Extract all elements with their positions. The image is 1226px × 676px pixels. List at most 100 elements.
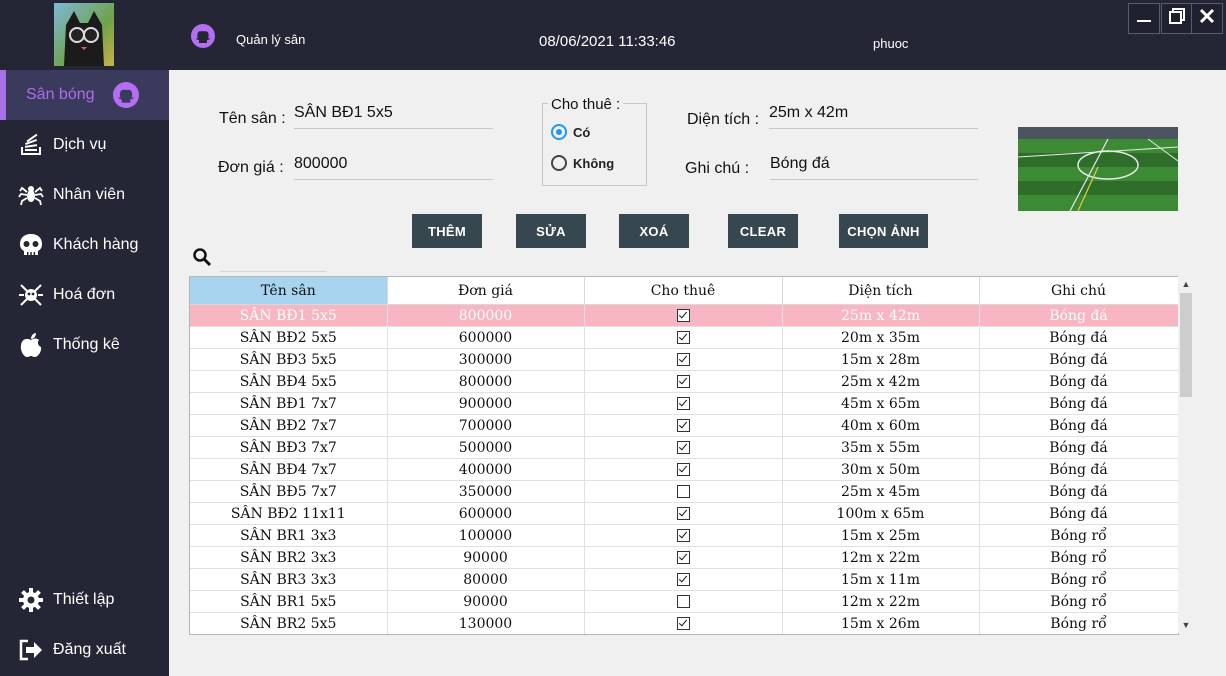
- cell-don-gia[interactable]: 100000: [387, 524, 585, 547]
- table-row[interactable]: SÂN BĐ4 7x7 400000 30m x 50m Bóng đá: [190, 458, 1178, 481]
- table-row[interactable]: SÂN BĐ2 7x7 700000 40m x 60m Bóng đá: [190, 414, 1178, 437]
- add-button[interactable]: THÊM: [412, 214, 482, 248]
- ghi-chu-field[interactable]: Bóng đá: [770, 153, 978, 180]
- cell-cho-thue[interactable]: [584, 480, 783, 503]
- cell-don-gia[interactable]: 600000: [387, 326, 585, 349]
- cell-cho-thue[interactable]: [584, 568, 783, 591]
- sidebar-item-thong-ke[interactable]: Thống kê: [0, 320, 169, 370]
- checkbox-checked-icon[interactable]: [676, 419, 690, 432]
- cell-don-gia[interactable]: 400000: [387, 458, 585, 481]
- table-row[interactable]: SÂN BĐ5 7x7 350000 25m x 45m Bóng đá: [190, 480, 1178, 503]
- checkbox-checked-icon[interactable]: [676, 529, 690, 542]
- cell-cho-thue[interactable]: [584, 590, 783, 613]
- checkbox-checked-icon[interactable]: [676, 331, 690, 344]
- sidebar-item-dich-vu[interactable]: Dịch vụ: [0, 120, 169, 170]
- cell-dien-tich[interactable]: 20m x 35m: [782, 326, 980, 349]
- table-row[interactable]: SÂN BĐ3 7x7 500000 35m x 55m Bóng đá: [190, 436, 1178, 459]
- cell-ghi-chu[interactable]: Bóng rổ: [979, 568, 1178, 591]
- cell-ten-san[interactable]: SÂN BĐ2 7x7: [190, 414, 388, 437]
- cell-dien-tich[interactable]: 15m x 25m: [782, 524, 980, 547]
- cell-don-gia[interactable]: 80000: [387, 568, 585, 591]
- sidebar-item-dang-xuat[interactable]: Đăng xuất: [0, 625, 169, 675]
- cell-don-gia[interactable]: 130000: [387, 612, 585, 634]
- cell-don-gia[interactable]: 90000: [387, 590, 585, 613]
- delete-button[interactable]: XOÁ: [619, 214, 689, 248]
- radio-co[interactable]: Có: [551, 124, 590, 140]
- sidebar-item-san-bong[interactable]: Sân bóng: [0, 70, 169, 120]
- scroll-up-icon[interactable]: ▲: [1178, 276, 1194, 292]
- sidebar-item-hoa-don[interactable]: Hoá đơn: [0, 270, 169, 320]
- checkbox-checked-icon[interactable]: [676, 397, 690, 410]
- cell-dien-tich[interactable]: 45m x 65m: [782, 392, 980, 415]
- column-header-don-gia[interactable]: Đơn giá: [387, 277, 585, 305]
- table-row[interactable]: SÂN BR1 3x3 100000 15m x 25m Bóng rổ: [190, 524, 1178, 547]
- close-button[interactable]: [1191, 3, 1223, 34]
- cell-don-gia[interactable]: 500000: [387, 436, 585, 459]
- scroll-down-icon[interactable]: ▼: [1178, 617, 1194, 633]
- cell-ghi-chu[interactable]: Bóng rổ: [979, 524, 1178, 547]
- cell-cho-thue[interactable]: [584, 370, 783, 393]
- cell-don-gia[interactable]: 900000: [387, 392, 585, 415]
- cell-don-gia[interactable]: 350000: [387, 480, 585, 503]
- checkbox-checked-icon[interactable]: [676, 375, 690, 388]
- cell-cho-thue[interactable]: [584, 414, 783, 437]
- table-row[interactable]: SÂN BR3 3x3 80000 15m x 11m Bóng rổ: [190, 568, 1178, 591]
- cell-ghi-chu[interactable]: Bóng đá: [979, 326, 1178, 349]
- checkbox-checked-icon[interactable]: [676, 463, 690, 476]
- table-row[interactable]: SÂN BĐ1 5x5 800000 25m x 42m Bóng đá: [190, 304, 1178, 327]
- cell-ten-san[interactable]: SÂN BĐ4 5x5: [190, 370, 388, 393]
- clear-button[interactable]: CLEAR: [728, 214, 798, 248]
- edit-button[interactable]: SỬA: [516, 214, 586, 248]
- cell-cho-thue[interactable]: [584, 304, 783, 327]
- table-row[interactable]: SÂN BĐ4 5x5 800000 25m x 42m Bóng đá: [190, 370, 1178, 393]
- cell-ten-san[interactable]: SÂN BR2 5x5: [190, 612, 388, 634]
- column-header-ghi-chu[interactable]: Ghi chú: [979, 277, 1178, 305]
- cell-dien-tich[interactable]: 15m x 26m: [782, 612, 980, 634]
- cell-cho-thue[interactable]: [584, 502, 783, 525]
- table-row[interactable]: SÂN BR2 5x5 130000 15m x 26m Bóng rổ: [190, 612, 1178, 634]
- cell-don-gia[interactable]: 800000: [387, 370, 585, 393]
- cell-don-gia[interactable]: 600000: [387, 502, 585, 525]
- checkbox-checked-icon[interactable]: [676, 353, 690, 366]
- cell-cho-thue[interactable]: [584, 458, 783, 481]
- cell-ghi-chu[interactable]: Bóng đá: [979, 414, 1178, 437]
- cell-dien-tich[interactable]: 25m x 45m: [782, 480, 980, 503]
- checkbox-unchecked-icon[interactable]: [676, 485, 690, 498]
- checkbox-checked-icon[interactable]: [676, 551, 690, 564]
- cell-dien-tich[interactable]: 25m x 42m: [782, 304, 980, 327]
- choose-image-button[interactable]: CHỌN ẢNH: [839, 214, 928, 248]
- checkbox-checked-icon[interactable]: [676, 573, 690, 586]
- cell-cho-thue[interactable]: [584, 436, 783, 459]
- cell-ghi-chu[interactable]: Bóng rổ: [979, 590, 1178, 613]
- cell-ghi-chu[interactable]: Bóng đá: [979, 348, 1178, 371]
- table-scrollbar[interactable]: ▲ ▼: [1178, 276, 1194, 633]
- cell-ten-san[interactable]: SÂN BĐ2 5x5: [190, 326, 388, 349]
- cell-cho-thue[interactable]: [584, 546, 783, 569]
- cell-ghi-chu[interactable]: Bóng đá: [979, 436, 1178, 459]
- cell-ghi-chu[interactable]: Bóng đá: [979, 480, 1178, 503]
- cell-ghi-chu[interactable]: Bóng đá: [979, 392, 1178, 415]
- cell-ghi-chu[interactable]: Bóng đá: [979, 458, 1178, 481]
- search-input[interactable]: [220, 246, 327, 272]
- ten-san-field[interactable]: SÂN BĐ1 5x5: [294, 102, 493, 129]
- cell-dien-tich[interactable]: 30m x 50m: [782, 458, 980, 481]
- cell-ten-san[interactable]: SÂN BĐ3 5x5: [190, 348, 388, 371]
- cell-dien-tich[interactable]: 12m x 22m: [782, 546, 980, 569]
- maximize-button[interactable]: [1161, 3, 1193, 34]
- checkbox-checked-icon[interactable]: [676, 617, 690, 630]
- cell-ten-san[interactable]: SÂN BĐ5 7x7: [190, 480, 388, 503]
- cell-ghi-chu[interactable]: Bóng đá: [979, 502, 1178, 525]
- cell-ten-san[interactable]: SÂN BĐ1 5x5: [190, 304, 388, 327]
- cell-don-gia[interactable]: 700000: [387, 414, 585, 437]
- cell-ghi-chu[interactable]: Bóng rổ: [979, 612, 1178, 634]
- cell-ten-san[interactable]: SÂN BĐ3 7x7: [190, 436, 388, 459]
- table-row[interactable]: SÂN BĐ2 11x11 600000 100m x 65m Bóng đá: [190, 502, 1178, 525]
- cell-cho-thue[interactable]: [584, 326, 783, 349]
- sidebar-item-nhan-vien[interactable]: Nhân viên: [0, 170, 169, 220]
- cell-dien-tich[interactable]: 15m x 28m: [782, 348, 980, 371]
- checkbox-checked-icon[interactable]: [676, 309, 690, 322]
- cell-dien-tich[interactable]: 100m x 65m: [782, 502, 980, 525]
- checkbox-unchecked-icon[interactable]: [676, 595, 690, 608]
- minimize-button[interactable]: [1128, 3, 1160, 34]
- don-gia-field[interactable]: 800000: [294, 153, 493, 180]
